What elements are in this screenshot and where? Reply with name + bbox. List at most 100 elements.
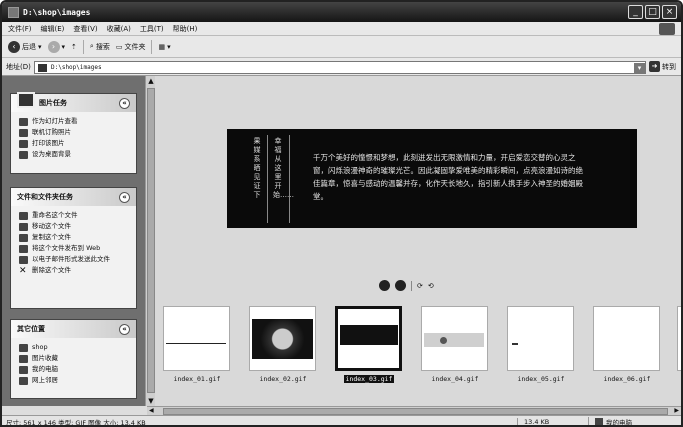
horizontal-scrollbar-thumb[interactable]	[163, 408, 668, 415]
thumbnail-strip: index_01.gif index_02.gif index_03.gif i…	[155, 302, 681, 397]
place-my-pictures[interactable]: 图片收藏	[19, 354, 130, 363]
place-my-computer[interactable]: 我的电脑	[19, 365, 130, 374]
thumbnail-index-04[interactable]	[421, 306, 488, 371]
file-tasks-panel: 文件和文件夹任务 « 重命名这个文件 移动这个文件 复制这个文件 将这个文件发布…	[10, 187, 137, 309]
thumbnail-index-05[interactable]	[507, 306, 574, 371]
thumbnail-label[interactable]: index_02.gif	[243, 375, 323, 383]
scroll-right-arrow-icon[interactable]: ▶	[674, 407, 679, 414]
toolbar-divider	[82, 39, 84, 54]
thumbnail-label[interactable]: index_01.gif	[157, 375, 237, 383]
task-email[interactable]: 以电子邮件形式发送此文件	[19, 255, 130, 264]
task-move[interactable]: 移动这个文件	[19, 222, 130, 231]
picture-tasks-title: 图片任务	[39, 99, 67, 107]
thumbnail-partial[interactable]	[677, 306, 681, 371]
collapse-icon[interactable]: «	[119, 324, 130, 335]
address-dropdown-button[interactable]: ▾	[634, 63, 645, 73]
menu-file[interactable]: 文件(F)	[8, 24, 32, 34]
scroll-left-arrow-icon[interactable]: ◀	[149, 407, 154, 414]
go-button[interactable]: ➜ 转到	[649, 61, 676, 72]
toolbar: ‹ 后退 ▾ › ▾ ⇡ ⌕ 搜索 ▭ 文件夹 ▦ ▾	[2, 36, 681, 58]
email-icon	[19, 256, 28, 264]
task-delete[interactable]: ✕ 删除这个文件	[19, 266, 130, 276]
status-bar: 尺寸: 561 x 146 类型: GIF 图像 大小: 13.4 KB 13.…	[2, 415, 681, 425]
rotate-counterclockwise-icon[interactable]: ⟲	[428, 282, 434, 290]
forward-button[interactable]: › ▾	[47, 40, 66, 53]
next-image-button[interactable]	[395, 280, 406, 291]
other-places-header[interactable]: 其它位置 «	[11, 320, 136, 338]
printer-icon	[19, 140, 28, 148]
thumbnail-index-01[interactable]	[163, 306, 230, 371]
toolbar-divider	[151, 39, 153, 54]
chevron-down-icon[interactable]: ▾	[38, 43, 42, 51]
address-bar: 地址(D) D:\shop\images ▾ ➜ 转到	[2, 58, 681, 76]
title-bar[interactable]: D:\shop\images _ □ ×	[2, 2, 681, 22]
search-icon: ⌕	[89, 42, 94, 50]
thumbnail-index-06[interactable]	[593, 306, 660, 371]
scrollbar-thumb[interactable]	[147, 88, 155, 393]
menu-edit[interactable]: 编辑(E)	[41, 24, 65, 34]
address-input[interactable]: D:\shop\images	[34, 61, 646, 74]
menu-tools[interactable]: 工具(T)	[140, 24, 164, 34]
explorer-window: D:\shop\images _ □ × 文件(F) 编辑(E) 查看(V) 收…	[0, 0, 683, 427]
task-set-background[interactable]: 设为桌面背景	[19, 150, 130, 159]
views-button[interactable]: ▦ ▾	[158, 43, 170, 51]
menu-view[interactable]: 查看(V)	[73, 24, 97, 34]
move-icon	[19, 223, 28, 231]
close-button[interactable]: ×	[662, 5, 677, 19]
preview-divider	[267, 135, 268, 223]
task-publish-web[interactable]: 将这个文件发布到 Web	[19, 244, 130, 253]
computer-icon	[595, 418, 603, 425]
thumbnail-label[interactable]: index_05.gif	[501, 375, 581, 383]
collapse-icon[interactable]: «	[119, 192, 130, 203]
place-shop[interactable]: shop	[19, 343, 130, 352]
thumbnail-index-02[interactable]	[249, 306, 316, 371]
image-preview: 果媒系晒见证下 幸福从这里开始…… 千万个美好的憧憬和梦想，此刻迸发出无限激情和…	[227, 129, 637, 228]
previous-image-button[interactable]	[379, 280, 390, 291]
chevron-down-icon: ▾	[167, 42, 171, 51]
go-arrow-icon: ➜	[649, 61, 660, 72]
search-button[interactable]: ⌕ 搜索	[90, 42, 110, 52]
folders-button[interactable]: ▭ 文件夹	[116, 42, 146, 52]
back-button[interactable]: ‹ 后退 ▾	[8, 40, 42, 53]
picture-tasks-header[interactable]: 图片任务 «	[11, 92, 136, 112]
delete-icon: ✕	[19, 266, 27, 276]
forward-arrow-icon: ›	[47, 40, 60, 53]
go-label: 转到	[662, 62, 676, 71]
thumbnail-index-03[interactable]	[335, 306, 402, 371]
task-pane-scrollbar[interactable]: ▲ ▼	[145, 76, 155, 406]
chevron-down-icon[interactable]: ▾	[62, 43, 66, 51]
collapse-icon[interactable]: «	[119, 98, 130, 109]
preview-vertical-text-2: 幸福从这里开始……	[273, 137, 294, 199]
back-arrow-icon: ‹	[8, 40, 20, 53]
up-button[interactable]: ⇡	[71, 43, 77, 51]
task-order-prints[interactable]: 联机订购照片	[19, 128, 130, 137]
filmstrip-view: 果媒系晒见证下 幸福从这里开始…… 千万个美好的憧憬和梦想，此刻迸发出无限激情和…	[155, 76, 681, 406]
globe-icon	[19, 245, 28, 253]
task-print[interactable]: 打印该图片	[19, 139, 130, 148]
other-places-title: 其它位置	[17, 325, 45, 333]
menu-help[interactable]: 帮助(H)	[173, 24, 198, 34]
pictures-folder-icon	[19, 355, 28, 363]
thumbnail-label[interactable]: index_03.gif	[329, 375, 409, 383]
rename-icon	[19, 212, 28, 220]
rotate-clockwise-icon[interactable]: ⟳	[417, 282, 423, 290]
slideshow-icon	[19, 118, 28, 126]
back-label: 后退	[22, 42, 36, 51]
desktop-icon	[19, 151, 28, 159]
task-copy[interactable]: 复制这个文件	[19, 233, 130, 242]
menu-bar: 文件(F) 编辑(E) 查看(V) 收藏(A) 工具(T) 帮助(H)	[2, 22, 681, 36]
thumbnail-label[interactable]: index_06.gif	[587, 375, 667, 383]
task-rename[interactable]: 重命名这个文件	[19, 211, 130, 220]
maximize-button[interactable]: □	[645, 5, 660, 19]
task-slideshow[interactable]: 作为幻灯片查看	[19, 117, 130, 126]
file-tasks-title: 文件和文件夹任务	[17, 193, 73, 201]
preview-divider	[289, 135, 290, 223]
file-tasks-header[interactable]: 文件和文件夹任务 «	[11, 188, 136, 206]
menu-favorites[interactable]: 收藏(A)	[107, 24, 131, 34]
minimize-button[interactable]: _	[628, 5, 643, 19]
order-prints-icon	[19, 129, 28, 137]
thumbnail-label[interactable]: index_04.gif	[415, 375, 495, 383]
horizontal-scrollbar[interactable]: ◀ ▶	[147, 406, 681, 415]
place-network[interactable]: 网上邻居	[19, 376, 130, 385]
folder-icon	[38, 63, 47, 72]
